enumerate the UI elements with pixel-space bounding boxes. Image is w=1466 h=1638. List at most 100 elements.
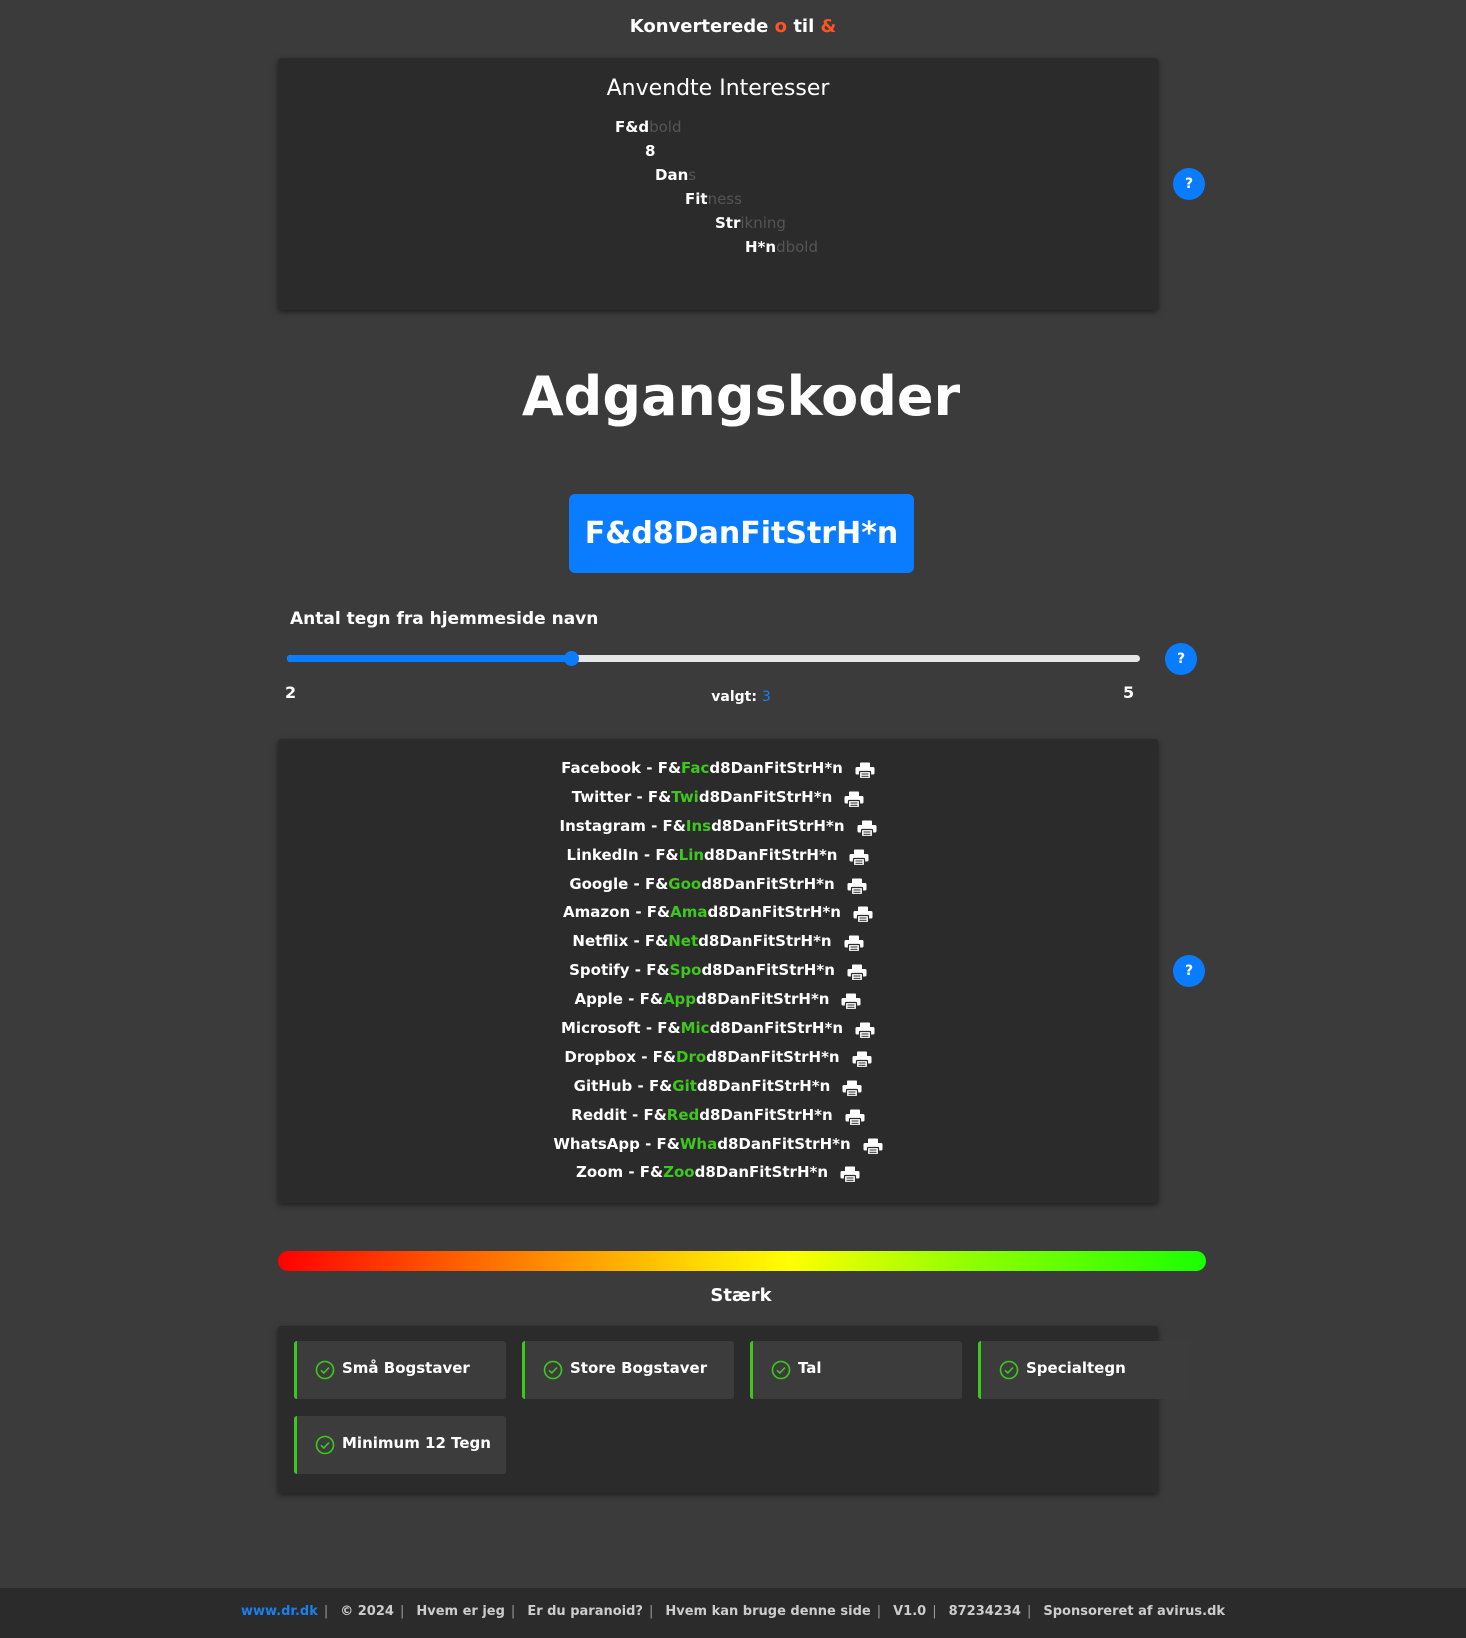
slider-thumb[interactable] [564,651,580,666]
footer-item[interactable]: 87234234 [949,1604,1021,1619]
password-prefix: F& [652,1047,676,1066]
password-site-part: Dro [676,1047,707,1066]
requirement-label: Små Bogstaver [342,1359,470,1377]
page-header-title: Konverterede o til & [0,16,1466,37]
interest-rest: bold [649,118,682,136]
site-password-row: WhatsApp - F&Whad8DanFitStrH*n [278,1130,1158,1159]
requirements-panel: Små Bogstaver Store Bogstaver Tal Specia… [278,1326,1190,1493]
site-name: Google [569,874,629,893]
footer-link-drdk[interactable]: www.dr.dk [241,1604,318,1619]
site-password-row: Twitter - F&Twid8DanFitStrH*n [278,783,1158,812]
site-password-row: Amazon - F&Amad8DanFitStrH*n [278,898,1158,927]
printer-icon[interactable] [847,876,867,895]
header-to-char: & [820,16,837,37]
footer-item[interactable]: V1.0 [893,1604,926,1619]
printer-icon[interactable] [844,933,864,953]
slider-chosen: valgt: 3 [0,689,1466,705]
footer-item[interactable]: © 2024 [340,1604,394,1619]
password-suffix: d8DanFitStrH*n [709,759,843,777]
site-password-list: Facebook - F&Facd8DanFitStrH*n Twitter - … [278,754,1158,1187]
password-site-part: Ins [685,816,712,835]
check-circle-icon [315,1435,335,1455]
site-separator: - [640,1019,658,1038]
password-site-part: Git [672,1076,697,1095]
printer-icon[interactable] [863,1136,883,1155]
site-name: Microsoft [561,1019,641,1038]
site-name: Dropbox [564,1047,636,1066]
site-separator: - [628,874,645,893]
password-site-part: Twi [671,787,699,806]
interest-row: F&dbold [615,118,681,136]
password-prefix: F& [639,990,663,1009]
slider-fill [287,655,572,662]
requirement-card: Specialtegn [978,1341,1190,1399]
site-separator: - [641,759,658,777]
interest-rest: dbold [776,238,818,256]
site-separator: - [626,1105,644,1124]
printer-icon[interactable] [840,1164,860,1184]
requirement-card: Tal [750,1341,962,1399]
check-circle-icon [315,1360,335,1380]
sites-help-button[interactable]: ? [1173,955,1205,987]
printer-icon[interactable] [849,847,869,866]
password-suffix: d8DanFitStrH*n [698,932,832,951]
requirement-label: Minimum 12 Tegn [342,1434,491,1452]
interest-row: 8 [645,142,655,160]
password-suffix: d8DanFitStrH*n [704,845,838,864]
password-suffix: d8DanFitStrH*n [699,1105,833,1124]
site-separator: - [622,990,640,1009]
site-password-row: Microsoft - F&Micd8DanFitStrH*n [278,1014,1158,1043]
strength-label: Stærk [710,1285,772,1306]
printer-icon[interactable] [845,1107,865,1126]
footer-separator: | [1026,1604,1032,1619]
password-button[interactable]: F&d8DanFitStrH*n [569,494,914,573]
printer-icon[interactable] [842,1078,862,1097]
character-count-slider[interactable] [287,651,1140,666]
interest-row: Dans [655,166,696,184]
printer-icon[interactable] [855,1020,875,1040]
password-suffix: d8DanFitStrH*n [711,816,845,835]
interest-used: Fit [685,190,708,208]
site-separator: - [631,787,648,806]
site-separator: - [639,1134,657,1153]
site-name: LinkedIn [566,845,639,864]
password-prefix: F& [639,1163,664,1182]
printer-icon[interactable] [844,789,864,808]
site-password-row: Apple - F&Appd8DanFitStrH*n [278,985,1158,1014]
header-til: til [793,16,815,37]
password-suffix: d8DanFitStrH*n [696,1076,831,1095]
password-site-part: Red [666,1105,700,1124]
footer-item[interactable]: Hvem er jeg [416,1604,505,1619]
password-suffix: d8DanFitStrH*n [701,961,835,980]
site-name: Apple [574,990,623,1009]
password-prefix: F& [643,1105,667,1124]
footer-item[interactable]: Hvem kan bruge denne side [665,1604,870,1619]
printer-icon[interactable] [857,818,877,837]
slider-help-button[interactable]: ? [1165,643,1197,675]
password-suffix: d8DanFitStrH*n [698,787,833,806]
footer-separator: | [510,1604,516,1619]
site-name: Reddit [571,1105,627,1124]
interest-row: Strikning [715,214,786,232]
printer-icon[interactable] [841,991,861,1011]
printer-icon[interactable] [847,962,867,982]
footer: www.dr.dk | © 2024 | Hvem er jeg | Er du paran… [0,1588,1466,1638]
page-title: Adgangskoder [521,365,961,428]
interests-help-button[interactable]: ? [1173,168,1205,200]
printer-icon[interactable] [855,760,875,780]
footer-item[interactable]: Sponsoreret af avirus.dk [1043,1604,1225,1619]
slider-label: Antal tegn fra hjemmeside navn [290,609,599,629]
footer-separator: | [323,1604,329,1619]
slider-chosen-label: valgt: [711,689,757,705]
slider-chosen-value: 3 [761,689,771,705]
printer-icon[interactable] [852,1049,872,1069]
site-name: Spotify [569,961,630,980]
interest-rest: ikning [740,214,786,232]
password-prefix: F& [662,816,686,835]
printer-icon[interactable] [853,904,873,924]
footer-item[interactable]: Er du paranoid? [527,1604,643,1619]
site-password-row: Google - F&Good8DanFitStrH*n [278,870,1158,899]
interest-used: F&d [615,118,650,136]
site-separator: - [636,1047,653,1066]
site-name: GitHub [573,1076,633,1095]
